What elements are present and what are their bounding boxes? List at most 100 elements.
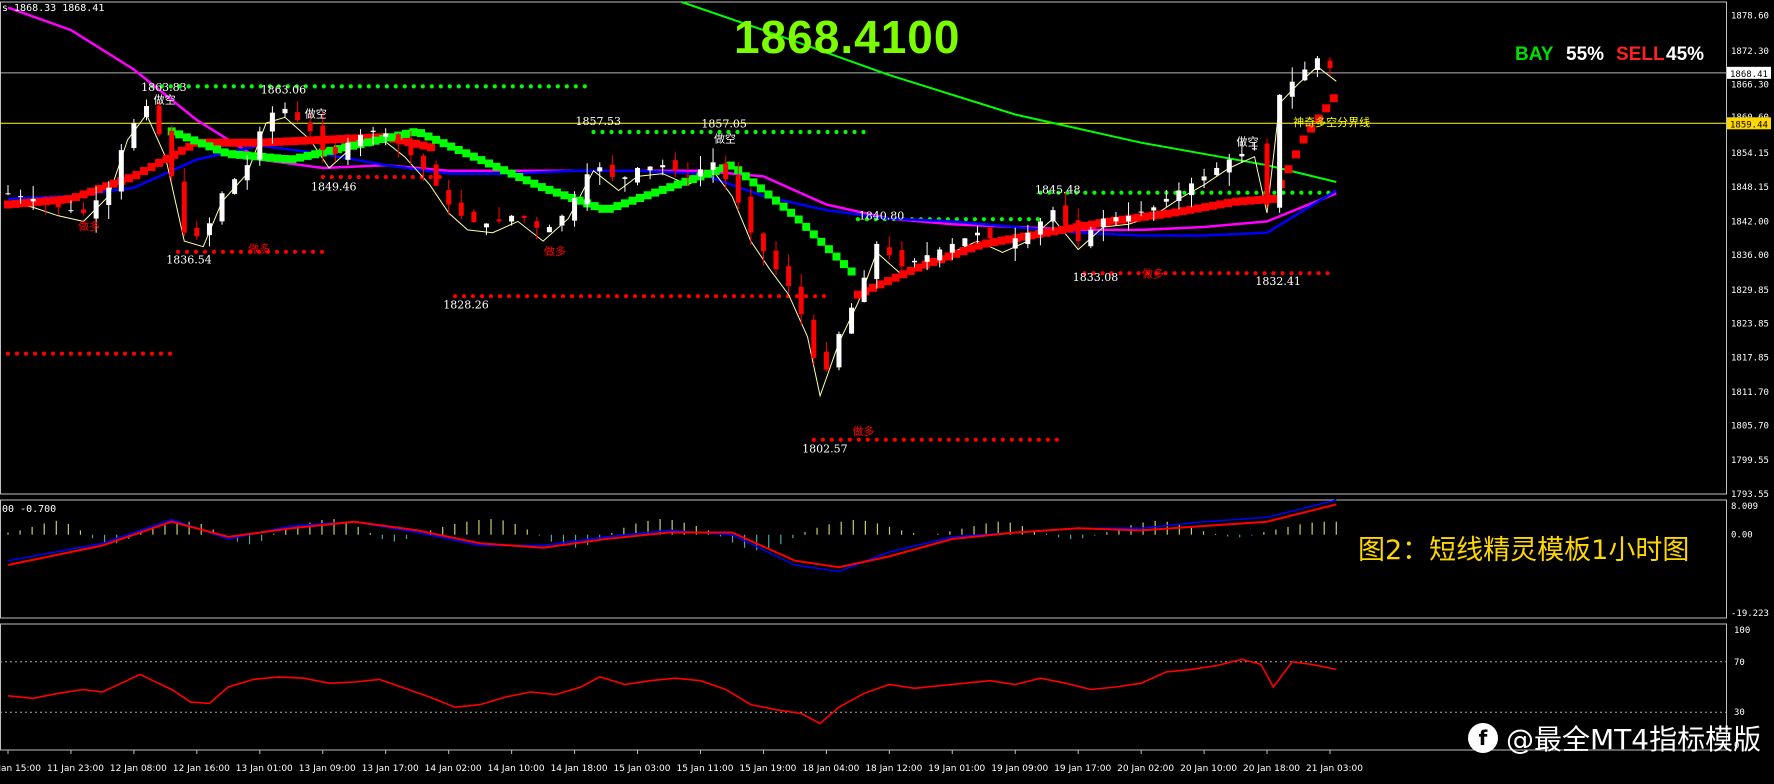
macd-main-line bbox=[7, 499, 1337, 573]
candle-body bbox=[169, 130, 175, 177]
candle-body bbox=[307, 122, 313, 132]
buy-signal-dot bbox=[1200, 190, 1205, 195]
price-tag-label: 1859.44 bbox=[1730, 120, 1768, 130]
candle-body bbox=[748, 196, 754, 233]
candle-body bbox=[18, 196, 24, 198]
candle-body bbox=[118, 150, 124, 192]
sell-signal-dot bbox=[883, 437, 888, 442]
sell-signal-dot bbox=[329, 174, 334, 180]
trend-block-green bbox=[205, 142, 214, 151]
sell-signal-dot bbox=[211, 249, 217, 254]
candle-body bbox=[1277, 94, 1283, 208]
symbol-quote-line: s 1868.33 1868.41 bbox=[2, 3, 105, 14]
trend-block-green bbox=[749, 178, 758, 187]
trend-block-red bbox=[1042, 228, 1051, 237]
candle-body bbox=[1151, 207, 1157, 211]
buy-signal-dot bbox=[1026, 217, 1031, 222]
candle-body bbox=[420, 155, 426, 170]
sell-signal-dot bbox=[587, 294, 593, 299]
current-price: 1868.4100 bbox=[734, 11, 961, 63]
buy-signal-dot bbox=[1101, 190, 1106, 195]
sell-signal-dot bbox=[383, 174, 388, 180]
time-axis-label: 13 Jan 01:00 bbox=[236, 764, 293, 774]
sell-signal-dot bbox=[1018, 437, 1023, 442]
trend-block-green bbox=[787, 208, 796, 217]
buy-signal-dot bbox=[972, 217, 978, 222]
buy-signal-dot bbox=[357, 84, 362, 89]
sell-signal-dot bbox=[68, 351, 74, 356]
trend-block-green bbox=[794, 215, 803, 224]
candle-body bbox=[786, 266, 792, 287]
trend-block-green bbox=[303, 151, 312, 160]
sell-signal-dot bbox=[347, 174, 352, 180]
trend-block-red bbox=[944, 252, 953, 261]
trend-block-green bbox=[462, 149, 471, 158]
candle-body bbox=[345, 142, 351, 160]
candle-body bbox=[874, 243, 880, 280]
trend-block-red bbox=[1299, 135, 1308, 144]
chart-annotation: 1833.08 bbox=[1073, 271, 1119, 284]
candle-body bbox=[1025, 232, 1031, 245]
trend-block-green bbox=[454, 146, 463, 154]
time-axis-label: 12 Jan 08:00 bbox=[110, 764, 167, 774]
candle-body bbox=[849, 307, 855, 334]
brand-logo-icon: f bbox=[1468, 723, 1498, 753]
candle-body bbox=[572, 198, 578, 221]
buy-signal-dot bbox=[1290, 190, 1295, 195]
trend-block-green bbox=[197, 139, 206, 148]
buy-signal-dot bbox=[375, 84, 380, 89]
candle-body bbox=[55, 201, 61, 208]
buy-signal-dot bbox=[321, 84, 326, 89]
buy-signal-dot bbox=[618, 129, 623, 135]
candle-body bbox=[1126, 215, 1132, 222]
sell-signal-dot bbox=[605, 294, 611, 299]
trend-block-green bbox=[492, 162, 501, 171]
sell-signal-dot bbox=[113, 351, 119, 356]
rsi-axis-label: 30 bbox=[1734, 708, 1745, 718]
candle-body bbox=[773, 250, 779, 270]
candle-body bbox=[244, 165, 250, 181]
trend-block-green bbox=[772, 196, 780, 205]
candle-body bbox=[332, 147, 338, 154]
trend-block-green bbox=[507, 169, 516, 178]
candle-body bbox=[458, 202, 464, 216]
buy-signal-dot bbox=[981, 217, 987, 222]
sell-signal-dot bbox=[614, 294, 620, 299]
candle-body bbox=[622, 177, 628, 179]
trend-block-red bbox=[1140, 212, 1149, 221]
trend-block-green bbox=[175, 130, 184, 139]
sell-signal-dot bbox=[551, 294, 557, 299]
buy-signal-dot bbox=[663, 129, 668, 135]
trend-block-green bbox=[598, 204, 607, 213]
buy-signal-dot bbox=[1254, 190, 1259, 195]
macd-signal-line bbox=[7, 503, 1337, 569]
trend-block-green bbox=[182, 133, 191, 142]
trend-block-red bbox=[982, 239, 991, 248]
candle-body bbox=[320, 125, 326, 151]
buy-signal-dot bbox=[708, 129, 713, 135]
sell-signal-dot bbox=[1127, 271, 1132, 276]
trend-block-red bbox=[245, 138, 254, 147]
sell-signal-dot bbox=[919, 437, 924, 442]
sell-signal-dot bbox=[578, 294, 584, 299]
candle-body bbox=[433, 164, 439, 186]
time-axis-label: 14 Jan 18:00 bbox=[551, 764, 608, 774]
trend-block-red bbox=[291, 137, 300, 146]
trend-block-red bbox=[1292, 150, 1300, 159]
candle-body bbox=[43, 200, 49, 204]
buy-signal-dot bbox=[213, 84, 218, 89]
trend-block-green bbox=[265, 153, 274, 162]
trend-block-green bbox=[417, 129, 425, 138]
candle-body bbox=[635, 167, 641, 183]
buy-signal-dot bbox=[240, 84, 245, 89]
chart-annotation: 1863.83 bbox=[141, 81, 187, 94]
buy-signal-dot bbox=[465, 84, 470, 89]
candle-body bbox=[509, 215, 515, 222]
buy-signal-dot bbox=[807, 129, 812, 135]
sell-signal-dot bbox=[1325, 271, 1330, 276]
trend-block-red bbox=[11, 199, 20, 208]
sell-signal-dot bbox=[865, 437, 870, 442]
trend-block-red bbox=[427, 143, 435, 152]
trend-block-green bbox=[590, 202, 599, 211]
trend-block-red bbox=[132, 171, 141, 180]
